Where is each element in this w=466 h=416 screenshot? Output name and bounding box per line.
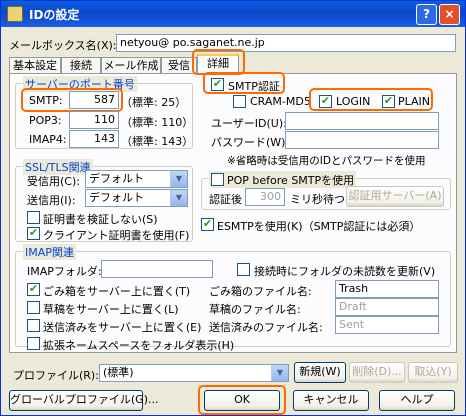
pop3-port-input[interactable]: 110 [69,111,119,129]
auth-server-button[interactable]: 認証用サーバー(A) [346,186,444,207]
close-button[interactable]: × [439,4,460,25]
window-title: IDの設定 [29,8,80,22]
draft-file-input[interactable]: Draft [335,298,439,316]
update-unread-label: 接続時にフォルダの未読数を更新(V) [254,265,436,278]
client-cert-label: クライアント証明書を使用(F) [43,229,190,242]
pop-before-title: POP before SMTPを使用 [209,171,357,188]
draft-on-server-checkbox[interactable] [27,301,40,314]
highlight-smtp-auth [203,72,285,94]
tab-compose[interactable]: メール作成 [101,57,161,74]
pop-wait-input[interactable]: 300 [245,188,285,206]
esmtp-label: ESMTPを使用(K)（SMTP認証には必須） [217,220,421,233]
trash-on-server-checkbox[interactable]: ✔ [27,283,40,296]
cram-md5-label: CRAM-MD5 [250,95,311,108]
settings-dialog: IDの設定 ? × メールボックス名(X): netyou@ po.sagane… [0,0,466,416]
trash-file-input[interactable]: Trash [335,280,439,298]
ext-namespace-checkbox[interactable] [27,337,40,350]
imap-folder-input[interactable] [101,260,213,278]
esmtp-checkbox[interactable]: ✔ [201,218,214,231]
profile-select[interactable]: (標準) ▼ [99,364,289,382]
help-button[interactable]: ヘルプ [379,390,455,411]
pop-wait-unit: ミリ秒待つ [290,193,345,206]
global-profile-button[interactable]: グローバルプロファイル(G)... [9,390,159,411]
ssl-recv-select[interactable]: デフォルト ▼ [85,170,188,188]
ssl-send-select[interactable]: デフォルト ▼ [85,189,188,207]
ext-namespace-label: 拡張ネームスペースをフォルダ表示(H) [43,339,235,352]
trash-file-label: ごみ箱のファイル名: [209,285,312,298]
app-icon [7,6,23,22]
mailbox-name-input[interactable]: netyou@ po.saganet.ne.jp [116,34,456,52]
sent-on-server-checkbox[interactable] [27,319,40,332]
highlight-smtp-port [21,88,123,112]
ssl-recv-value: デフォルト [89,172,144,185]
pop-before-checkbox[interactable] [211,173,224,186]
ssl-send-value: デフォルト [89,191,144,204]
pop3-port-label: POP3: [29,114,62,127]
profile-delete-button[interactable]: 削除(D)... [349,362,405,383]
update-unread-checkbox[interactable] [237,263,250,276]
cram-md5-checkbox[interactable] [233,95,246,108]
pop3-port-note: （標準: 110） [121,116,194,129]
client-cert-checkbox[interactable]: ✔ [27,227,40,240]
chevron-down-icon[interactable]: ▼ [170,171,187,187]
sent-on-server-label: 送信済みをサーバー上に置く(E) [43,321,202,334]
tab-connection[interactable]: 接続 [61,57,101,74]
trash-on-server-label: ごみ箱をサーバー上に置く(T) [43,285,191,298]
smtp-user-label: ユーザーID(U): [211,117,287,130]
profile-label: プロファイル(R): [13,369,99,382]
chevron-down-icon[interactable]: ▼ [170,190,187,206]
auth-after-label: 認証後 [209,193,242,206]
imap-group-title: IMAP関連 [23,244,76,260]
profile-value: (標準) [103,366,134,379]
sent-file-label: 送信済みのファイル名: [209,321,323,334]
pop-before-label: POP before SMTPを使用 [227,174,355,187]
title-bar: IDの設定 ? × [1,1,465,27]
title-help-button[interactable]: ? [416,4,437,25]
smtp-auth-note: ※省略時は受信用のIDとパスワードを使用 [227,155,426,167]
imap-folder-label: IMAPフォルダ: [27,265,102,278]
chevron-down-icon[interactable]: ▼ [271,365,288,381]
cancel-button[interactable]: キャンセル [293,390,369,411]
highlight-login-plain [309,88,433,111]
draft-file-label: 草稿のファイル名: [209,303,301,316]
ssl-send-label: 送信用(I): [27,194,76,207]
smtp-password-input[interactable] [285,131,439,149]
smtp-password-label: パスワード(W): [211,136,290,149]
profile-import-button[interactable]: 取込(Y) [408,362,458,383]
mailbox-name-label: メールボックス名(X): [9,39,117,52]
profile-new-button[interactable]: 新規(W) [294,362,346,383]
ssl-recv-label: 受信用(C): [27,175,80,188]
verify-cert-checkbox[interactable] [27,211,40,224]
smtp-port-note: （標準: 25） [121,96,187,109]
draft-on-server-label: 草稿をサーバー上に置く(L) [43,303,179,316]
smtp-user-input[interactable] [285,112,439,130]
sent-file-input[interactable]: Sent [335,316,439,334]
tab-basic[interactable]: 基本設定 [9,57,61,74]
verify-cert-label: 証明書を検証しない(S) [43,213,158,226]
highlight-ok-button [198,385,286,415]
imap4-port-input[interactable]: 143 [69,130,119,148]
imap4-port-label: IMAP4: [29,133,67,146]
imap4-port-note: （標準: 143） [121,135,194,148]
